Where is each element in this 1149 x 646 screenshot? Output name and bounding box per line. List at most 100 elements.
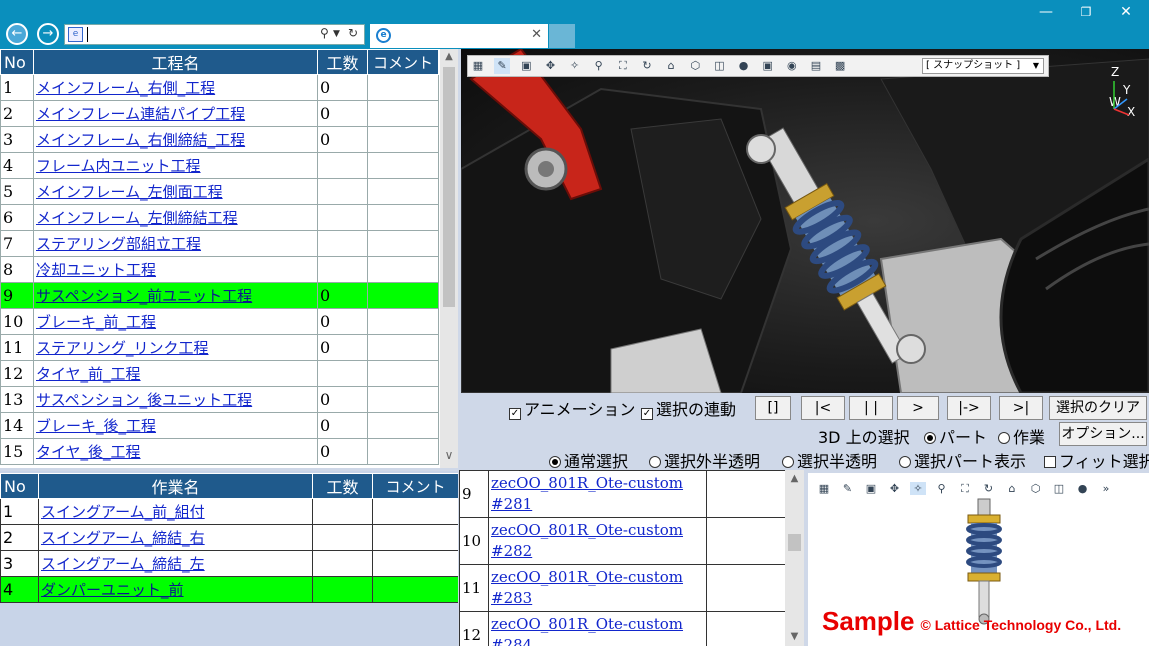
list-item[interactable]: 10 zecOO_801R_Ote-custom #282 bbox=[459, 517, 786, 565]
process-link[interactable]: メインフレーム_左側締結工程 bbox=[36, 209, 238, 227]
table-row[interactable]: 3 スイングアーム_締結_左 bbox=[0, 550, 458, 577]
radio-outside-transparent[interactable]: 選択外半透明 bbox=[649, 448, 760, 472]
more-icon[interactable]: » bbox=[1098, 482, 1114, 495]
radio-task-dot[interactable] bbox=[998, 432, 1010, 444]
forward-arrow-icon[interactable]: → bbox=[37, 23, 59, 45]
process-link[interactable]: 冷却ユニット工程 bbox=[36, 261, 156, 279]
part-link[interactable]: zecOO_801R_Ote-custom #281 bbox=[491, 473, 706, 515]
table-row[interactable]: 9 サスペンション_前ユニット工程 0 bbox=[0, 282, 439, 309]
table-row[interactable]: 6 メインフレーム_左側締結工程 bbox=[0, 204, 439, 231]
table-row[interactable]: 4 ダンパーユニット_前 bbox=[0, 576, 458, 603]
table-row[interactable]: 4 フレーム内ユニット工程 bbox=[0, 152, 439, 179]
mini-viewer[interactable]: ▦ ✎ ▣ ✥ ✧ ⚲ ⛶ ↻ ⌂ ⬡ ◫ ● » Sample © Latti… bbox=[808, 473, 1149, 646]
clear-selection-button[interactable]: 選択のクリア bbox=[1049, 396, 1147, 420]
radio-show-selected-dot[interactable] bbox=[899, 456, 911, 468]
process-link[interactable]: メインフレーム連結パイプ工程 bbox=[36, 105, 245, 123]
parts-scrollbar[interactable]: ▲ ▼ bbox=[785, 470, 804, 646]
address-bar[interactable]: e ⚲ ▼ ↻ bbox=[64, 24, 365, 45]
part-link[interactable]: zecOO_801R_Ote-custom #284 bbox=[491, 614, 706, 646]
scroll-down-icon[interactable]: ∨ bbox=[440, 448, 458, 462]
zoom-icon[interactable]: ⚲ bbox=[934, 482, 950, 495]
process-link[interactable]: サスペンション_前ユニット工程 bbox=[36, 287, 252, 305]
select-mode-icon[interactable]: ▦ bbox=[816, 482, 832, 495]
cube-view-icon[interactable]: ⬡ bbox=[1028, 482, 1044, 495]
radio-outside-dot[interactable] bbox=[649, 456, 661, 468]
process-link[interactable]: タイヤ_後_工程 bbox=[36, 443, 141, 461]
close-window-icon[interactable]: ✕ bbox=[1116, 4, 1136, 20]
table-row[interactable]: 12 タイヤ_前_工程 bbox=[0, 360, 439, 387]
pan-icon[interactable]: ✧ bbox=[910, 482, 926, 495]
zoom-box-icon[interactable]: ⛶ bbox=[615, 58, 631, 74]
scroll-down-icon[interactable]: ▼ bbox=[785, 631, 804, 642]
cube-view-icon[interactable]: ⬡ bbox=[687, 58, 703, 74]
table-row[interactable]: 1 スイングアーム_前_組付 bbox=[0, 498, 458, 525]
radio-normal-dot[interactable] bbox=[549, 456, 561, 468]
zoom-box-icon[interactable]: ⛶ bbox=[957, 482, 973, 496]
first-step-button[interactable]: |< bbox=[801, 396, 845, 420]
table-row[interactable]: 5 メインフレーム_左側面工程 bbox=[0, 178, 439, 205]
snapshot-select[interactable]: [ スナップショット ] ▼ bbox=[922, 58, 1044, 74]
fit-select-checkbox[interactable]: フィット選択 bbox=[1044, 448, 1149, 472]
task-link[interactable]: スイングアーム_締結_右 bbox=[41, 529, 205, 547]
task-link[interactable]: スイングアーム_前_組付 bbox=[41, 503, 205, 521]
note-icon[interactable]: ▣ bbox=[518, 58, 534, 74]
select-mode-icon[interactable]: ▦ bbox=[470, 58, 486, 74]
process-link[interactable]: タイヤ_前_工程 bbox=[36, 365, 141, 383]
scroll-up-icon[interactable]: ▲ bbox=[785, 473, 804, 484]
3d-viewer[interactable]: ▦ ✎ ▣ ✥ ✧ ⚲ ⛶ ↻ ⌂ ⬡ ◫ ● ▣ ◉ ▤ ▩ [ スナップショ… bbox=[461, 49, 1149, 393]
part-link[interactable]: zecOO_801R_Ote-custom #282 bbox=[491, 520, 706, 562]
process-link[interactable]: ステアリング_リンク工程 bbox=[36, 339, 209, 357]
process-link[interactable]: ブレーキ_後_工程 bbox=[36, 417, 156, 435]
animation-checkbox-box[interactable]: ✓ bbox=[509, 408, 521, 420]
search-icon[interactable]: ⚲ bbox=[320, 26, 329, 40]
monitor-icon[interactable]: ▣ bbox=[760, 58, 776, 74]
task-link[interactable]: ダンパーユニット_前 bbox=[41, 581, 184, 599]
home-icon[interactable]: ⌂ bbox=[663, 58, 679, 74]
refresh-icon[interactable]: ↻ bbox=[348, 26, 358, 40]
radio-show-selected-parts[interactable]: 選択パート表示 bbox=[899, 448, 1026, 472]
list-item[interactable]: 12 zecOO_801R_Ote-custom #284 bbox=[459, 611, 786, 646]
scroll-thumb[interactable] bbox=[788, 534, 801, 551]
move-icon[interactable]: ✥ bbox=[887, 482, 903, 495]
process-link[interactable]: メインフレーム_右側締結_工程 bbox=[36, 131, 245, 149]
next-button[interactable]: > bbox=[897, 396, 939, 420]
move-icon[interactable]: ✥ bbox=[542, 58, 558, 74]
pan-icon[interactable]: ✧ bbox=[567, 58, 583, 74]
options-button[interactable]: オプション... bbox=[1059, 422, 1147, 446]
pen-icon[interactable]: ✎ bbox=[494, 58, 511, 74]
process-link[interactable]: ステアリング部組立工程 bbox=[36, 235, 201, 253]
table-row[interactable]: 10 ブレーキ_前_工程 0 bbox=[0, 308, 439, 335]
scroll-thumb[interactable] bbox=[443, 67, 455, 307]
scroll-up-icon[interactable]: ▲ bbox=[440, 51, 458, 62]
fit-select-checkbox-box[interactable] bbox=[1044, 456, 1056, 468]
table-row[interactable]: 7 ステアリング部組立工程 bbox=[0, 230, 439, 257]
process-scrollbar[interactable]: ▲ ∨ bbox=[440, 49, 458, 468]
radio-part[interactable]: パート bbox=[924, 424, 987, 448]
table-row[interactable]: 3 メインフレーム_右側締結_工程 0 bbox=[0, 126, 439, 153]
browser-tab[interactable]: e ✕ bbox=[370, 24, 548, 48]
link-selection-checkbox[interactable]: ✓ 選択の連動 bbox=[641, 396, 736, 420]
table-row[interactable]: 2 メインフレーム連結パイプ工程 0 bbox=[0, 100, 439, 127]
zoom-icon[interactable]: ⚲ bbox=[591, 58, 607, 74]
list-item[interactable]: 11 zecOO_801R_Ote-custom #283 bbox=[459, 564, 786, 612]
last-step-button[interactable]: >| bbox=[999, 396, 1043, 420]
process-link[interactable]: フレーム内ユニット工程 bbox=[36, 157, 201, 175]
cylinder-icon[interactable]: ◫ bbox=[711, 58, 727, 74]
table-row[interactable]: 1 メインフレーム_右側_工程 0 bbox=[0, 74, 439, 101]
list-item[interactable]: 9 zecOO_801R_Ote-custom #281 bbox=[459, 470, 786, 518]
part-link[interactable]: zecOO_801R_Ote-custom #283 bbox=[491, 567, 706, 609]
radio-part-dot[interactable] bbox=[924, 432, 936, 444]
rotate-icon[interactable]: ↻ bbox=[639, 58, 655, 74]
home-icon[interactable]: ⌂ bbox=[1004, 482, 1020, 495]
table-row[interactable]: 8 冷却ユニット工程 bbox=[0, 256, 439, 283]
radio-select-transparent[interactable]: 選択半透明 bbox=[782, 448, 877, 472]
radio-task[interactable]: 作業 bbox=[998, 424, 1045, 448]
sphere-icon[interactable]: ● bbox=[736, 58, 752, 74]
radio-select-transparent-dot[interactable] bbox=[782, 456, 794, 468]
table-row[interactable]: 2 スイングアーム_締結_右 bbox=[0, 524, 458, 551]
play-step-button[interactable]: |-> bbox=[947, 396, 991, 420]
sphere-icon[interactable]: ● bbox=[1075, 482, 1091, 495]
table-row[interactable]: 13 サスペンション_後ユニット工程 0 bbox=[0, 386, 439, 413]
rotate-icon[interactable]: ↻ bbox=[981, 482, 997, 495]
animation-checkbox[interactable]: ✓ アニメーション bbox=[509, 396, 635, 420]
